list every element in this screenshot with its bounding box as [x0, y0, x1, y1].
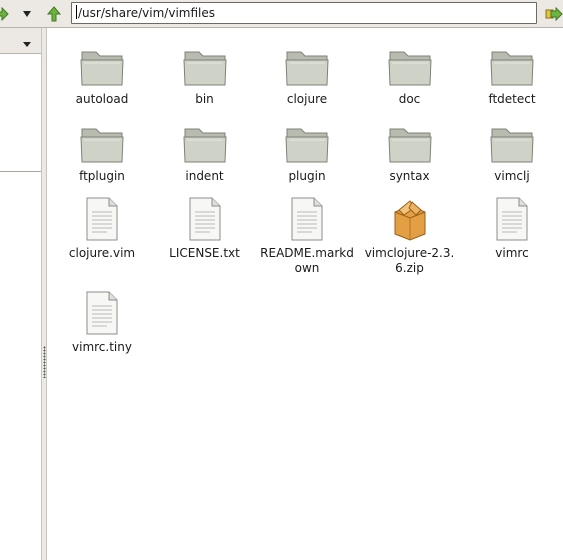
file-icon-box: [77, 117, 127, 165]
file-icon-box: [77, 288, 127, 336]
folder-icon: [285, 51, 329, 86]
file-item[interactable]: syntax: [358, 117, 462, 184]
text-file-icon: [496, 197, 528, 241]
file-icon-box: [77, 40, 127, 88]
file-name: vimclojure-2.3.6.zip: [364, 246, 455, 275]
folder-icon: [80, 51, 124, 86]
file-name: bin: [195, 92, 214, 106]
side-pane: [0, 28, 42, 560]
file-item[interactable]: vimrc: [460, 194, 563, 261]
file-name: syntax: [389, 169, 430, 183]
file-name: autoload: [75, 92, 129, 106]
file-name: vimclj: [494, 169, 530, 183]
forward-arrow-icon: [0, 6, 9, 22]
forward-button[interactable]: [0, 4, 12, 24]
pane-splitter[interactable]: [42, 28, 47, 560]
folder-icon: [285, 128, 329, 163]
file-item[interactable]: clojure: [255, 40, 359, 107]
text-file-icon: [86, 197, 118, 241]
splitter-grip-icon[interactable]: [43, 346, 46, 378]
text-file-icon: [291, 197, 323, 241]
file-icon-box: [487, 117, 537, 165]
folder-icon: [490, 128, 534, 163]
folder-icon: [80, 128, 124, 163]
file-icon-box: [385, 40, 435, 88]
package-archive-icon: [394, 200, 425, 241]
up-arrow-icon: [46, 6, 62, 22]
file-icon-box: [282, 40, 332, 88]
file-item[interactable]: indent: [153, 117, 257, 184]
file-item[interactable]: vimclojure-2.3.6.zip: [358, 194, 462, 276]
file-name: plugin: [288, 169, 326, 183]
chevron-down-icon: [23, 11, 31, 17]
file-item[interactable]: README.markdown: [255, 194, 359, 276]
file-name: clojure: [286, 92, 328, 106]
file-name: clojure.vim: [68, 246, 136, 260]
file-name: vimrc: [495, 246, 529, 260]
file-name: ftplugin: [79, 169, 125, 183]
folder-icon: [490, 51, 534, 86]
file-icon-box: [180, 40, 230, 88]
side-pane-header: [0, 28, 41, 54]
text-file-icon: [189, 197, 220, 241]
up-button[interactable]: [44, 4, 64, 24]
go-arrow-icon: [545, 6, 563, 22]
file-icon-box: [180, 117, 230, 165]
file-name: LICENSE.txt: [169, 246, 240, 260]
file-item[interactable]: LICENSE.txt: [153, 194, 257, 261]
file-item[interactable]: clojure.vim: [50, 194, 154, 261]
history-dropdown-button[interactable]: [17, 4, 37, 24]
icon-grid: autoload bin clojure doc ftdetect ftplugin ind…: [48, 28, 563, 560]
file-name: ftdetect: [488, 92, 536, 106]
file-name: indent: [185, 169, 224, 183]
file-item[interactable]: ftplugin: [50, 117, 154, 184]
text-file-icon: [86, 291, 118, 335]
chevron-down-icon: [23, 42, 31, 47]
folder-icon: [387, 51, 432, 86]
location-path: /usr/share/vim/vimfiles: [78, 6, 216, 20]
text-caret: [76, 5, 77, 19]
file-item[interactable]: vimrc.tiny: [50, 288, 154, 355]
file-icon-box: [487, 40, 537, 88]
file-icon-box: [77, 194, 127, 242]
file-item[interactable]: autoload: [50, 40, 154, 107]
go-button[interactable]: [544, 4, 563, 24]
file-icon-box: [282, 194, 332, 242]
file-item[interactable]: vimclj: [460, 117, 563, 184]
file-icon-box: [180, 194, 230, 242]
side-pane-divider: [0, 171, 41, 172]
file-name: vimrc.tiny: [72, 340, 132, 354]
folder-icon: [182, 51, 227, 86]
side-pane-dropdown-button[interactable]: [22, 37, 32, 51]
file-icon-box: [282, 117, 332, 165]
file-icon-box: [385, 194, 435, 242]
file-view: autoload bin clojure doc ftdetect ftplugin ind…: [48, 28, 563, 560]
location-toolbar: /usr/share/vim/vimfiles: [0, 0, 563, 28]
file-item[interactable]: bin: [153, 40, 257, 107]
folder-icon: [182, 128, 227, 163]
file-icon-box: [385, 117, 435, 165]
file-name: doc: [398, 92, 421, 106]
folder-icon: [387, 128, 432, 163]
file-item[interactable]: doc: [358, 40, 462, 107]
location-input[interactable]: /usr/share/vim/vimfiles: [71, 2, 537, 24]
file-name: README.markdown: [260, 246, 354, 275]
file-item[interactable]: ftdetect: [460, 40, 563, 107]
file-icon-box: [487, 194, 537, 242]
file-item[interactable]: plugin: [255, 117, 359, 184]
